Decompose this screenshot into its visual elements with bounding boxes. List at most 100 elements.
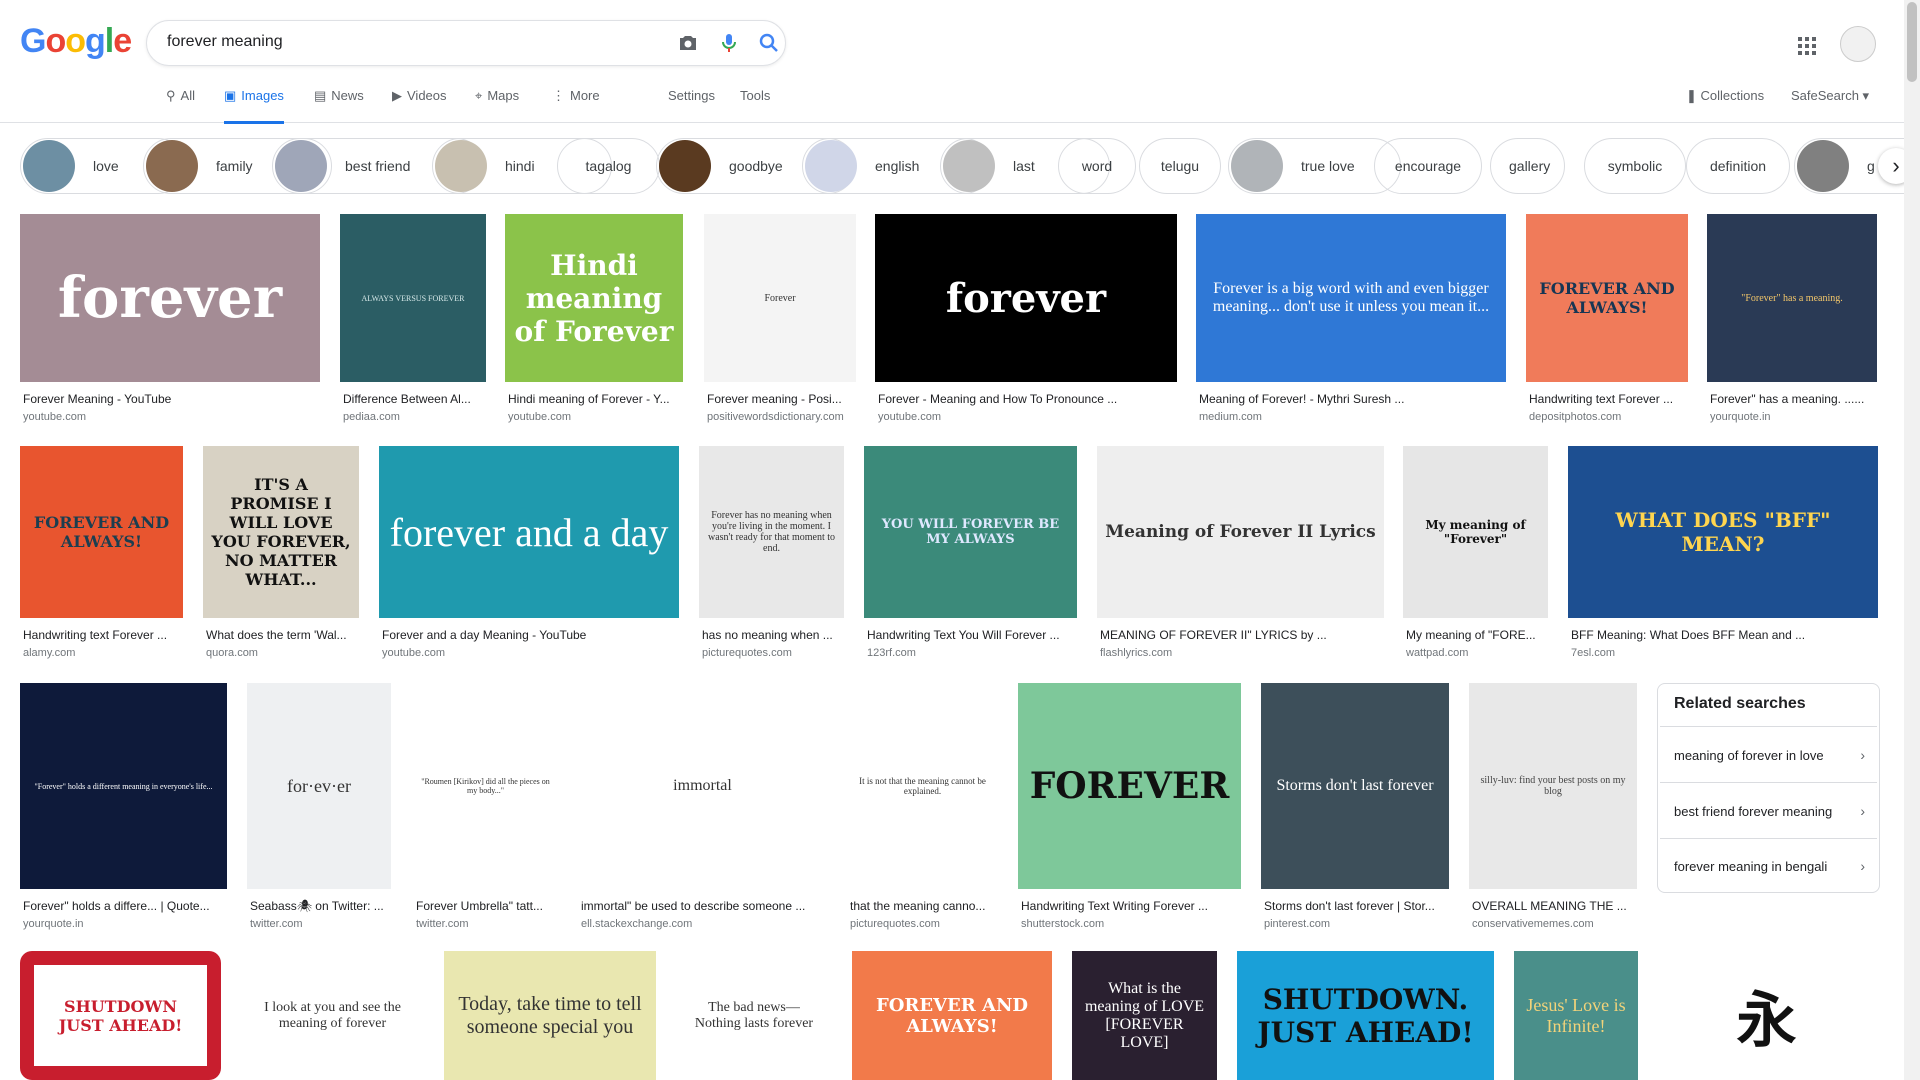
result-title[interactable]: OVERALL MEANING THE ... [1472, 899, 1636, 913]
result-title[interactable]: has no meaning when ... [702, 628, 843, 642]
result-thumbnail[interactable]: I look at you and see the meaning of for… [241, 951, 424, 1080]
camera-icon[interactable] [676, 31, 700, 55]
result-source[interactable]: alamy.com [23, 647, 182, 659]
image-result[interactable]: for·ev·er Seabass🕷 on Twitter: ... twitter… [247, 683, 391, 933]
result-thumbnail[interactable]: 永 [1689, 951, 1844, 1080]
image-result[interactable]: IT'S A PROMISE I WILL LOVE YOU FOREVER, … [203, 446, 359, 662]
result-title[interactable]: MEANING OF FOREVER II" LYRICS by ... [1100, 628, 1383, 642]
search-box[interactable] [146, 20, 786, 66]
related-search-item[interactable]: meaning of forever in love › [1660, 726, 1877, 783]
result-thumbnail[interactable]: IT'S A PROMISE I WILL LOVE YOU FOREVER, … [203, 446, 359, 618]
result-title[interactable]: Forever Umbrella" tatt... [416, 899, 557, 913]
result-thumbnail[interactable]: FOREVER [1018, 683, 1241, 889]
result-thumbnail[interactable]: FOREVER AND ALWAYS! [20, 446, 183, 618]
image-result[interactable]: Hindi meaning of Forever Hindi meaning of… [505, 214, 683, 426]
result-thumbnail[interactable]: Forever is a big word with and even bigg… [1196, 214, 1506, 382]
result-thumbnail[interactable]: Storms don't last forever [1261, 683, 1449, 889]
image-result[interactable]: The bad news— Nothing lasts forever [676, 951, 832, 1080]
related-search-item[interactable]: forever meaning in bengali › [1660, 838, 1877, 893]
image-result[interactable]: ALWAYS VERSUS FOREVER Difference Between … [340, 214, 486, 426]
result-source[interactable]: flashlyrics.com [1100, 647, 1383, 659]
result-thumbnail[interactable]: immortal [578, 683, 827, 889]
result-source[interactable]: twitter.com [416, 918, 557, 930]
result-title[interactable]: immortal" be used to describe someone ..… [581, 899, 826, 913]
result-title[interactable]: BFF Meaning: What Does BFF Mean and ... [1571, 628, 1877, 642]
result-title[interactable]: Forever meaning - Posi... [707, 392, 855, 406]
chip-definition[interactable]: definition [1686, 138, 1790, 194]
result-thumbnail[interactable]: silly-luv: find your best posts on my bl… [1469, 683, 1637, 889]
result-thumbnail[interactable]: "Forever" holds a different meaning in e… [20, 683, 227, 889]
result-thumbnail[interactable]: Today, take time to tell someone special… [444, 951, 656, 1080]
result-title[interactable]: Forever" has a meaning. ...... [1710, 392, 1876, 406]
image-result[interactable]: FOREVER AND ALWAYS! Handwriting text Fore… [1526, 214, 1688, 426]
result-title[interactable]: Handwriting Text Writing Forever ... [1021, 899, 1240, 913]
tab-news[interactable]: ▤ News [314, 88, 364, 122]
result-thumbnail[interactable]: My meaning of "Forever" [1403, 446, 1548, 618]
google-logo[interactable]: Google [20, 22, 132, 61]
image-result[interactable]: silly-luv: find your best posts on my bl… [1469, 683, 1637, 933]
chip-word[interactable]: word [1058, 138, 1136, 194]
chip-encourage[interactable]: encourage [1374, 138, 1482, 194]
tools-link[interactable]: Tools [740, 88, 770, 122]
image-result[interactable]: immortal immortal" be used to describe so… [578, 683, 827, 933]
safesearch-toggle[interactable]: SafeSearch ▾ [1791, 88, 1869, 104]
result-source[interactable]: medium.com [1199, 411, 1505, 423]
chip-tagalog[interactable]: tagalog [557, 138, 660, 194]
image-result[interactable]: forever Forever - Meaning and How To Pron… [875, 214, 1177, 426]
settings-link[interactable]: Settings [668, 88, 715, 122]
search-input[interactable] [167, 33, 647, 51]
result-thumbnail[interactable]: WHAT DOES "BFF" MEAN? [1568, 446, 1878, 618]
result-source[interactable]: yourquote.in [23, 918, 226, 930]
result-source[interactable]: depositphotos.com [1529, 411, 1687, 423]
image-result[interactable]: forever and a day Forever and a day Meani… [379, 446, 679, 662]
result-source[interactable]: conservativememes.com [1472, 918, 1636, 930]
image-result[interactable]: Forever has no meaning when you're livin… [699, 446, 844, 662]
scrollbar[interactable] [1904, 0, 1920, 1080]
result-source[interactable]: youtube.com [508, 411, 682, 423]
image-result[interactable]: Forever Forever meaning - Posi... positive… [704, 214, 856, 426]
result-source[interactable]: ell.stackexchange.com [581, 918, 826, 930]
image-result[interactable]: Meaning of Forever II Lyrics MEANING OF F… [1097, 446, 1384, 662]
result-source[interactable]: pediaa.com [343, 411, 485, 423]
microphone-icon[interactable] [717, 31, 741, 55]
tab-maps[interactable]: ⌖ Maps [475, 88, 519, 122]
chip-telugu[interactable]: telugu [1139, 138, 1221, 194]
result-source[interactable]: wattpad.com [1406, 647, 1547, 659]
result-source[interactable]: youtube.com [878, 411, 1176, 423]
result-source[interactable]: picturequotes.com [850, 918, 997, 930]
result-source[interactable]: quora.com [206, 647, 358, 659]
result-title[interactable]: Seabass🕷 on Twitter: ... [250, 899, 390, 913]
chip-symbolic[interactable]: symbolic [1584, 138, 1686, 194]
result-title[interactable]: Forever - Meaning and How To Pronounce .… [878, 392, 1176, 406]
avatar[interactable] [1840, 26, 1876, 62]
image-result[interactable]: 永 [1689, 951, 1844, 1080]
image-result[interactable]: Storms don't last forever Storms don't la… [1261, 683, 1449, 933]
image-result[interactable]: "Forever" has a meaning. Forever" has a m… [1707, 214, 1877, 426]
result-title[interactable]: Handwriting text Forever ... [23, 628, 182, 642]
image-result[interactable]: Forever is a big word with and even bigg… [1196, 214, 1506, 426]
scrollbar-thumb[interactable] [1907, 2, 1917, 82]
result-title[interactable]: My meaning of "FORE... [1406, 628, 1547, 642]
result-source[interactable]: youtube.com [382, 647, 678, 659]
result-source[interactable]: twitter.com [250, 918, 390, 930]
result-thumbnail[interactable]: FOREVER AND ALWAYS! [1526, 214, 1688, 382]
result-thumbnail[interactable]: Hindi meaning of Forever [505, 214, 683, 382]
image-result[interactable]: WHAT DOES "BFF" MEAN? BFF Meaning: What D… [1568, 446, 1878, 662]
result-thumbnail[interactable]: What is the meaning of LOVE [FOREVER LOV… [1072, 951, 1217, 1080]
result-title[interactable]: Forever Meaning - YouTube [23, 392, 319, 406]
result-title[interactable]: What does the term 'Wal... [206, 628, 358, 642]
result-thumbnail[interactable]: Meaning of Forever II Lyrics [1097, 446, 1384, 618]
result-thumbnail[interactable]: YOU WILL FOREVER BE MY ALWAYS [864, 446, 1077, 618]
result-title[interactable]: that the meaning canno... [850, 899, 997, 913]
image-result[interactable]: It is not that the meaning cannot be exp… [847, 683, 998, 933]
result-title[interactable]: Difference Between Al... [343, 392, 485, 406]
tab-all[interactable]: ⚲ All [166, 88, 195, 122]
result-thumbnail[interactable]: Forever has no meaning when you're livin… [699, 446, 844, 618]
result-thumbnail[interactable]: "Forever" has a meaning. [1707, 214, 1877, 382]
apps-grid-icon[interactable] [1795, 34, 1819, 58]
result-source[interactable]: pinterest.com [1264, 918, 1448, 930]
image-result[interactable]: SHUTDOWN. JUST AHEAD! [1237, 951, 1494, 1080]
result-thumbnail[interactable]: ALWAYS VERSUS FOREVER [340, 214, 486, 382]
result-thumbnail[interactable]: The bad news— Nothing lasts forever [676, 951, 832, 1080]
result-thumbnail[interactable]: SHUTDOWN. JUST AHEAD! [1237, 951, 1494, 1080]
